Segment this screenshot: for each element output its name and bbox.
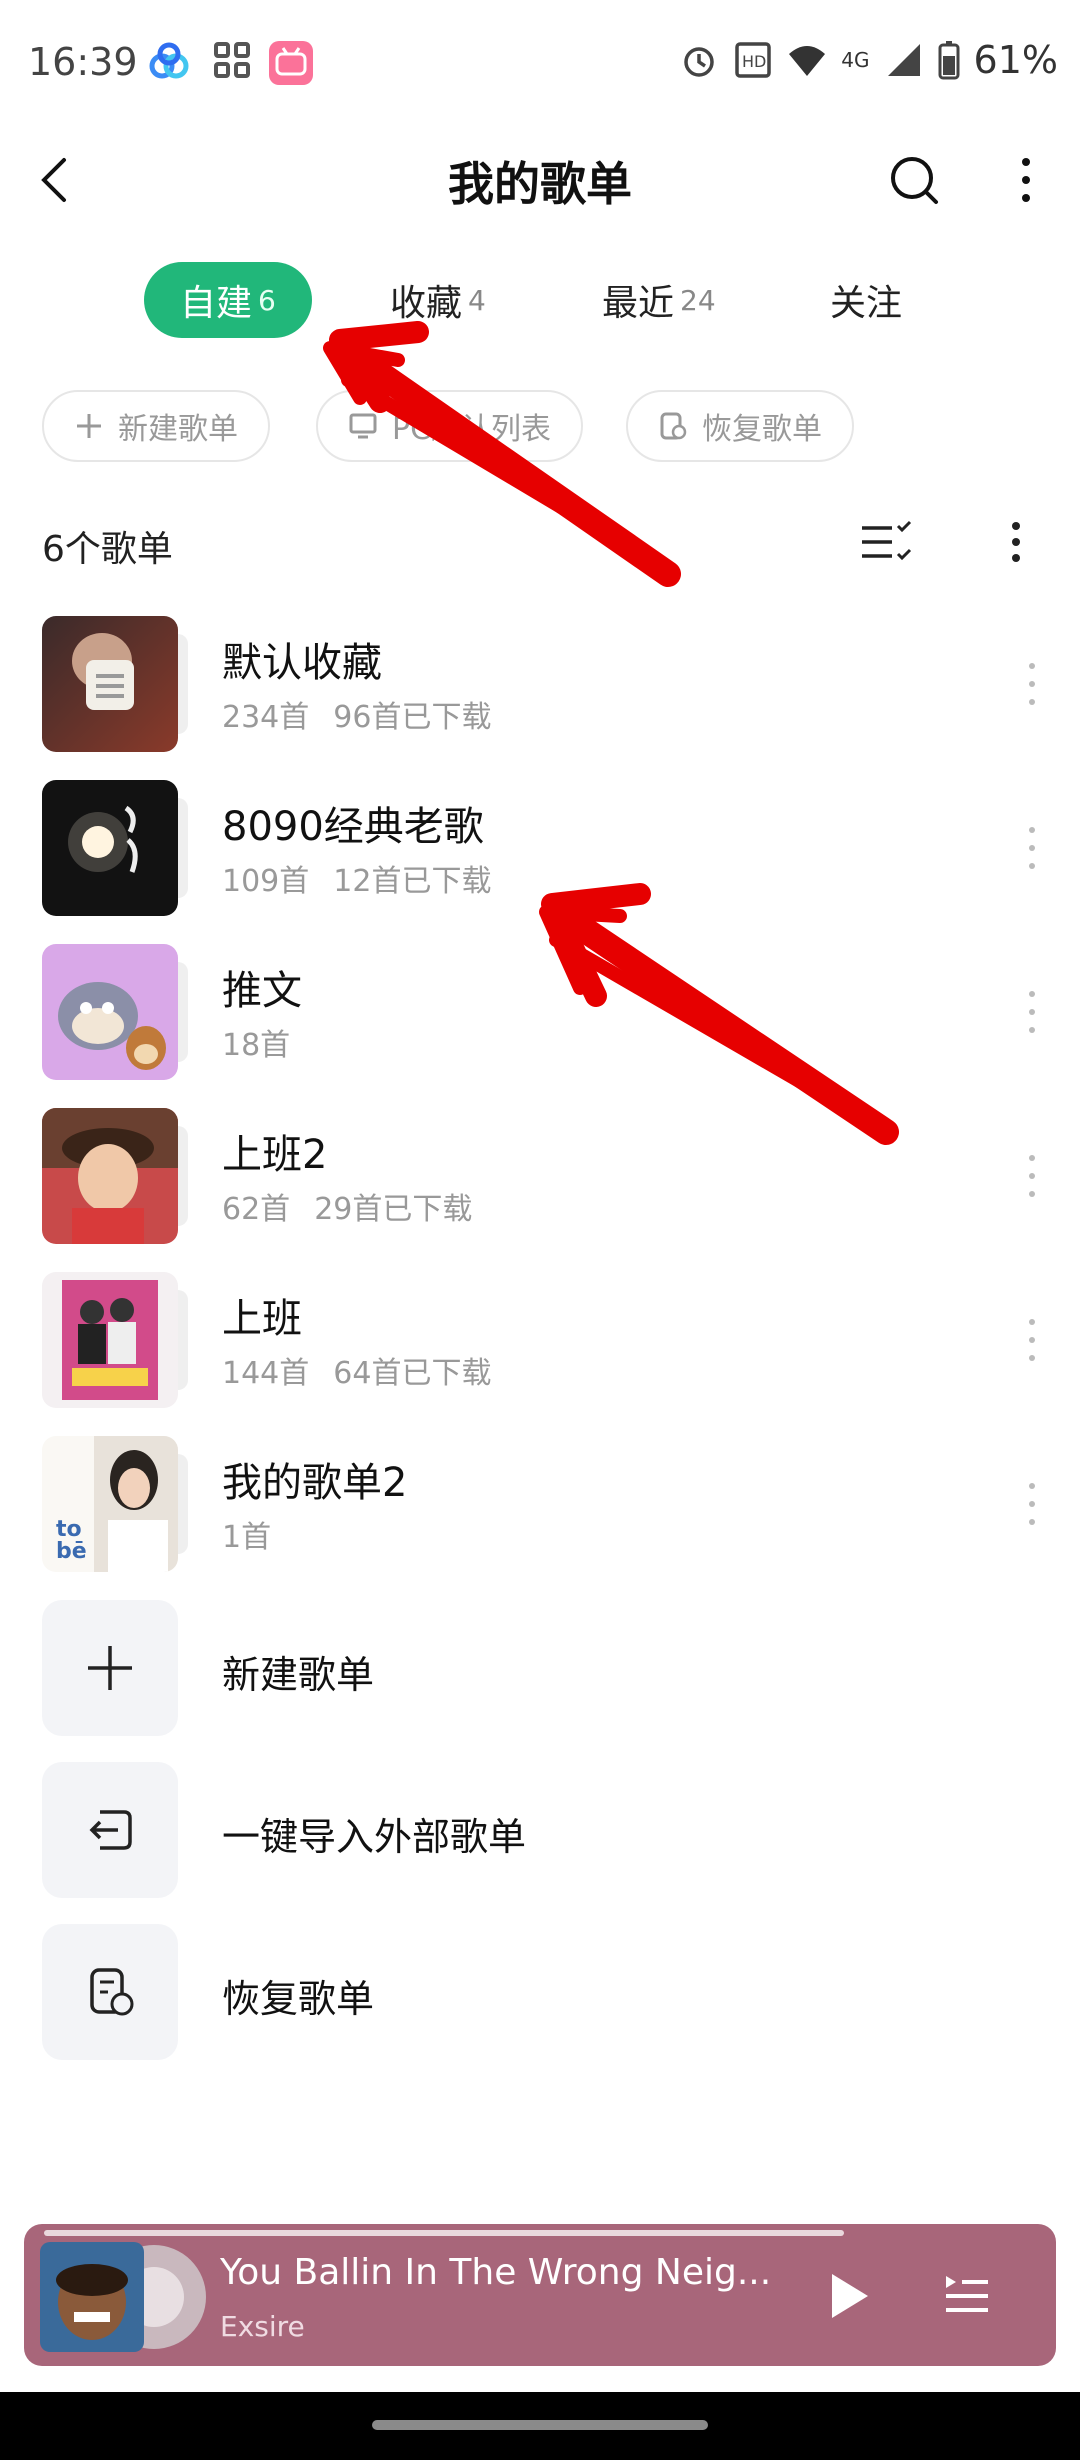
- tab-self-created[interactable]: 自建 6: [144, 262, 312, 338]
- new-playlist-label: 新建歌单: [222, 1653, 375, 1697]
- playlist-row[interactable]: 默认收藏 234首 96首已下载: [0, 616, 1080, 766]
- row-more-icon[interactable]: [1024, 988, 1040, 1036]
- restore-playlist-pill[interactable]: 恢复歌单: [626, 390, 854, 462]
- list-check-icon: [862, 520, 912, 561]
- playlist-meta: 18首: [222, 1028, 291, 1063]
- home-indicator[interactable]: [372, 2420, 708, 2430]
- network-label: 4G: [841, 48, 870, 72]
- playlist-meta: 234首 96首已下载: [222, 700, 492, 735]
- signal-icon: [887, 44, 920, 76]
- row-more-icon[interactable]: [1024, 824, 1040, 872]
- alarm-icon: [684, 47, 715, 77]
- monitor-icon: [349, 413, 377, 439]
- row-more-icon[interactable]: [1024, 1316, 1040, 1364]
- playlist-row[interactable]: 推文 18首: [0, 944, 1080, 1094]
- now-playing-cover: [40, 2242, 216, 2352]
- playlist-row[interactable]: 上班 144首 64首已下载: [0, 1272, 1080, 1422]
- grid-app-icon: [212, 40, 252, 84]
- playlist-cover: [42, 616, 178, 752]
- playlist-name: 推文: [222, 968, 302, 1014]
- tab-bar: 自建 6 收藏 4 最近 24 关注: [0, 262, 1080, 342]
- status-bar: 16:39 HD 4G 61%: [0, 0, 1080, 130]
- header: 我的歌单: [0, 130, 1080, 230]
- import-playlist-row[interactable]: 一键导入外部歌单: [0, 1762, 1080, 1902]
- status-time: 16:39: [28, 40, 138, 84]
- playlist-name: 上班: [222, 1296, 302, 1342]
- play-icon[interactable]: [820, 2268, 876, 2324]
- list-more-button[interactable]: [986, 512, 1046, 572]
- row-more-icon[interactable]: [1024, 1480, 1040, 1528]
- restore-playlist-row[interactable]: 恢复歌单: [0, 1924, 1080, 2064]
- import-playlist-label: 一键导入外部歌单: [222, 1815, 527, 1859]
- bilibili-icon: [268, 40, 314, 85]
- restore-icon: [660, 412, 687, 440]
- new-playlist-row[interactable]: 新建歌单: [0, 1600, 1080, 1740]
- pc-default-list-pill[interactable]: PC默认列表: [316, 390, 584, 462]
- tab-recent[interactable]: 最近 24: [602, 262, 716, 338]
- battery-icon: [938, 41, 960, 80]
- mini-player[interactable]: You Ballin In The Wrong Neig... Exsire: [24, 2224, 1056, 2366]
- row-more-icon[interactable]: [1024, 660, 1040, 708]
- hd-icon: HD: [735, 42, 772, 78]
- import-playlist-tile: [42, 1762, 178, 1898]
- svg-text:HD: HD: [742, 52, 766, 71]
- playlist-name: 8090经典老歌: [222, 804, 484, 850]
- playlist-cover: [42, 944, 178, 1080]
- playlist-meta: 1首: [222, 1520, 272, 1555]
- more-menu-button[interactable]: [996, 150, 1056, 210]
- playlist-row[interactable]: 上班2 62首 29首已下载: [0, 1108, 1080, 1258]
- playlist-cover: [42, 780, 178, 916]
- playlist-meta: 109首 12首已下载: [222, 864, 492, 899]
- battery-percent: 61%: [973, 38, 1058, 82]
- new-playlist-pill[interactable]: 新建歌单: [42, 390, 270, 462]
- multi-select-button[interactable]: [856, 512, 916, 572]
- search-icon: [891, 157, 938, 204]
- playlist-queue-icon[interactable]: [942, 2270, 992, 2320]
- playlist-cover: [42, 1272, 178, 1408]
- tab-following[interactable]: 关注: [830, 262, 902, 338]
- tab-favorites[interactable]: 收藏 4: [390, 262, 486, 338]
- more-vertical-icon: [1022, 158, 1030, 202]
- playlist-name: 上班2: [222, 1132, 328, 1178]
- playlist-cover: to bē: [42, 1436, 178, 1572]
- svg-text:bē: bē: [56, 1539, 87, 1564]
- system-nav-bar: [0, 2392, 1080, 2460]
- status-indicators: HD 4G 61%: [679, 38, 1058, 82]
- playlist-meta: 62首 29首已下载: [222, 1192, 473, 1227]
- more-vertical-icon: [1012, 522, 1020, 562]
- baidu-cloud-icon: [146, 40, 192, 84]
- restore-playlist-label: 恢复歌单: [222, 1977, 375, 2021]
- search-button[interactable]: [884, 150, 944, 210]
- restore-playlist-tile: [42, 1924, 178, 2060]
- playlist-row[interactable]: 8090经典老歌 109首 12首已下载: [0, 780, 1080, 930]
- new-playlist-tile: [42, 1600, 178, 1736]
- playlist-name: 我的歌单2: [222, 1460, 408, 1506]
- import-icon: [89, 1810, 132, 1850]
- playback-progress[interactable]: [44, 2230, 844, 2236]
- playlist-meta: 144首 64首已下载: [222, 1356, 492, 1391]
- plus-icon: [88, 1646, 132, 1690]
- playlist-count: 6个歌单: [42, 529, 173, 570]
- playlist-row[interactable]: to bē 我的歌单2 1首: [0, 1436, 1080, 1586]
- playlist-name: 默认收藏: [222, 640, 382, 686]
- plus-icon: [77, 414, 101, 438]
- restore-icon: [90, 1968, 134, 2016]
- row-more-icon[interactable]: [1024, 1152, 1040, 1200]
- playlist-cover: [42, 1108, 178, 1244]
- wifi-icon: [789, 46, 826, 76]
- now-playing-artist: Exsire: [220, 2310, 305, 2343]
- now-playing-title: You Ballin In The Wrong Neig...: [220, 2252, 772, 2293]
